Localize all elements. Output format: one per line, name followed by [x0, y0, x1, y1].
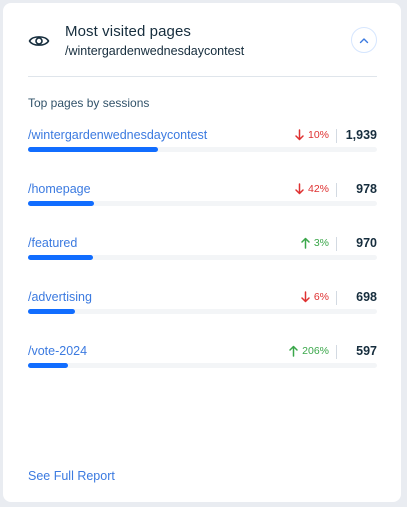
arrow-down-icon: [295, 129, 304, 141]
card-subtitle: /wintergardenwednesdaycontest: [65, 44, 245, 58]
change-indicator: 206%: [289, 345, 329, 357]
progress-track: [28, 255, 377, 260]
change-percent: 206%: [302, 345, 329, 357]
progress-fill: [28, 255, 93, 260]
page-link[interactable]: /featured: [28, 236, 77, 250]
page-link[interactable]: /advertising: [28, 290, 92, 304]
separator: [336, 345, 337, 359]
card-title: Most visited pages: [65, 23, 192, 40]
progress-fill: [28, 363, 68, 368]
arrow-up-icon: [289, 345, 298, 357]
change-indicator: 42%: [295, 183, 329, 195]
progress-track: [28, 363, 377, 368]
page-row: /featured 3% 970: [28, 236, 377, 276]
progress-fill: [28, 147, 158, 152]
progress-track: [28, 309, 377, 314]
progress-fill: [28, 201, 94, 206]
change-percent: 3%: [313, 237, 329, 249]
page-link[interactable]: /homepage: [28, 182, 91, 196]
page-row: /wintergardenwednesdaycontest 10% 1,939: [28, 128, 377, 168]
session-count: 1,939: [345, 128, 377, 142]
page-link[interactable]: /vote-2024: [28, 344, 87, 358]
arrow-up-icon: [301, 237, 310, 249]
collapse-button[interactable]: [351, 27, 377, 53]
session-count: 698: [356, 290, 377, 304]
change-percent: 10%: [307, 129, 329, 141]
change-percent: 42%: [307, 183, 329, 195]
page-row: /homepage 42% 978: [28, 182, 377, 222]
change-percent: 6%: [313, 291, 329, 303]
separator: [336, 129, 337, 143]
progress-track: [28, 147, 377, 152]
card-header: Most visited pages /wintergardenwednesda…: [3, 3, 401, 77]
see-full-report-link[interactable]: See Full Report: [28, 469, 115, 483]
arrow-down-icon: [301, 291, 310, 303]
page-link[interactable]: /wintergardenwednesdaycontest: [28, 128, 207, 142]
session-count: 597: [356, 344, 377, 358]
separator: [336, 183, 337, 197]
section-title: Top pages by sessions: [28, 96, 150, 110]
eye-icon: [28, 36, 50, 46]
progress-track: [28, 201, 377, 206]
separator: [336, 291, 337, 305]
session-count: 978: [356, 182, 377, 196]
chevron-up-icon: [359, 37, 369, 43]
most-visited-pages-card: Most visited pages /wintergardenwednesda…: [3, 3, 401, 502]
header-divider: [28, 76, 377, 77]
change-indicator: 6%: [301, 291, 329, 303]
progress-fill: [28, 309, 75, 314]
page-row: /advertising 6% 698: [28, 290, 377, 330]
page-row: /vote-2024 206% 597: [28, 344, 377, 384]
separator: [336, 237, 337, 251]
session-count: 970: [356, 236, 377, 250]
change-indicator: 3%: [301, 237, 329, 249]
arrow-down-icon: [295, 183, 304, 195]
change-indicator: 10%: [295, 129, 329, 141]
